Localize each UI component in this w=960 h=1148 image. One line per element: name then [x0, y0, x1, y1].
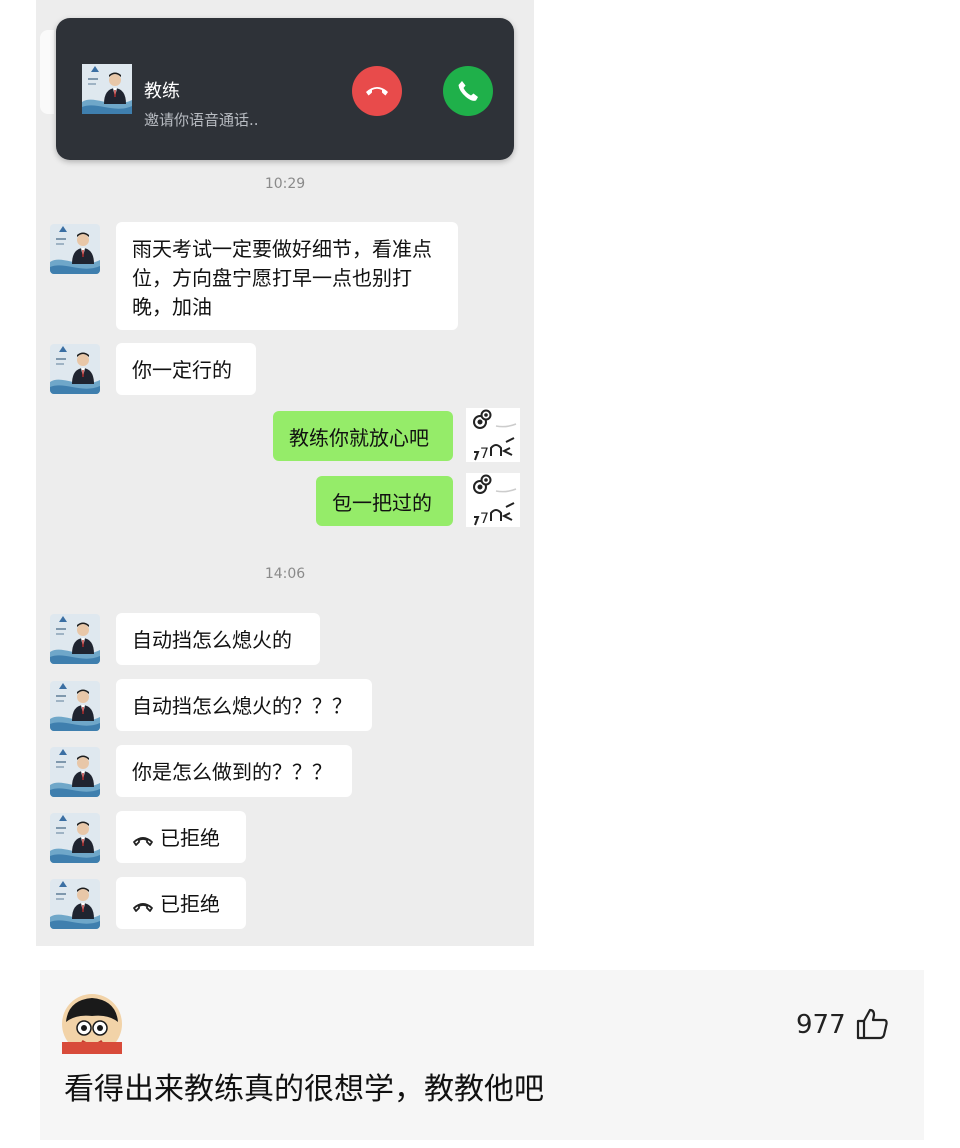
timestamp: 14:06 — [264, 566, 306, 582]
timestamp: 10:29 — [264, 176, 306, 192]
call-record-text: 已拒绝 — [160, 892, 220, 916]
commenter-avatar[interactable] — [62, 994, 122, 1054]
thumbs-up-icon[interactable] — [854, 1006, 890, 1042]
caller-name: 教练 — [144, 81, 180, 102]
my-message-bubble: 包一把过的 — [316, 476, 453, 526]
message-bubble: 自动挡怎么熄火的？？？ — [116, 679, 372, 731]
call-subtitle: 邀请你语音通话.. — [144, 111, 259, 129]
comment-card: 977 看得出来教练真的很想学，教教他吧 — [40, 970, 924, 1140]
accept-call-button[interactable] — [443, 66, 493, 116]
phone-icon — [458, 81, 478, 101]
call-record-bubble[interactable]: 已拒绝 — [116, 811, 246, 863]
my-message-bubble: 教练你就放心吧 — [273, 411, 453, 461]
coach-avatar[interactable] — [50, 747, 100, 797]
phone-hangup-icon — [133, 902, 153, 912]
phone-hangup-icon — [133, 836, 153, 846]
incoming-call-banner[interactable]: 教练 邀请你语音通话.. — [56, 18, 514, 160]
caller-avatar — [82, 64, 132, 114]
coach-avatar[interactable] — [50, 614, 100, 664]
coach-avatar[interactable] — [50, 344, 100, 394]
message-bubble: 你一定行的 — [116, 343, 256, 395]
dizzy-cat-sticker-icon — [466, 408, 520, 462]
call-record-text: 已拒绝 — [160, 826, 220, 850]
coach-avatar[interactable] — [50, 224, 100, 274]
message-bubble: 雨天考试一定要做好细节，看准点位，方向盘宁愿打早一点也别打晚，加油 — [116, 222, 458, 330]
phone-hangup-icon — [366, 87, 388, 96]
coach-avatar[interactable] — [50, 681, 100, 731]
like-count: 977 — [796, 1010, 846, 1040]
message-bubble: 你是怎么做到的？？？ — [116, 745, 352, 797]
message-bubble: 自动挡怎么熄火的 — [116, 613, 320, 665]
coach-avatar[interactable] — [50, 813, 100, 863]
comment-text: 看得出来教练真的很想学，教教他吧 — [64, 1072, 544, 1107]
decline-call-button[interactable] — [352, 66, 402, 116]
notification-edge — [40, 30, 54, 114]
call-record-bubble[interactable]: 已拒绝 — [116, 877, 246, 929]
dizzy-cat-sticker-icon — [466, 473, 520, 527]
chat-screenshot: 教练 邀请你语音通话.. 10:29 雨天考试一定要做好细节，看准点位，方向盘宁… — [36, 0, 534, 946]
coach-avatar[interactable] — [50, 879, 100, 929]
